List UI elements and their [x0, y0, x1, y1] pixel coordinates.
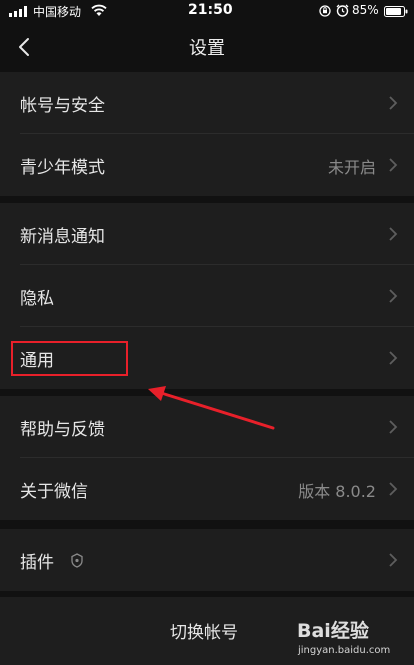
settings-item-value: 未开启 [327, 158, 376, 177]
settings-group-account: 帐号与安全 青少年模式 未开启 [0, 72, 414, 196]
chevron-right-icon [389, 96, 398, 110]
alarm-icon [336, 4, 349, 17]
wifi-icon [91, 4, 107, 16]
settings-screen: 中国移动 21:50 85% 设置 帐号与安全 青少年模式 未开启 新消息通知 … [0, 0, 414, 665]
settings-item-plugins[interactable]: 插件 [0, 529, 414, 591]
carrier-name: 中国移动 [33, 5, 82, 19]
status-time: 21:50 [188, 2, 233, 18]
settings-item-account-security[interactable]: 帐号与安全 [0, 72, 414, 134]
orientation-lock-icon [319, 5, 331, 17]
settings-item-label: 青少年模式 [20, 158, 105, 178]
chevron-right-icon [389, 158, 398, 172]
chevron-right-icon [389, 351, 398, 365]
navigation-bar: 设置 [0, 22, 414, 72]
baidu-jingyan-watermark: Bai经验 jingyan.baidu.com [297, 612, 409, 662]
settings-item-teen-mode[interactable]: 青少年模式 未开启 [0, 134, 414, 196]
settings-item-label: 帮助与反馈 [20, 420, 105, 440]
chevron-right-icon [389, 420, 398, 434]
settings-item-about-wechat[interactable]: 关于微信 版本 8.0.2 [0, 458, 414, 520]
chevron-right-icon [389, 553, 398, 567]
signal-icon [9, 6, 27, 17]
plugin-icon [71, 553, 83, 568]
page-title: 设置 [189, 38, 225, 59]
highlight-box [11, 341, 128, 376]
status-bar: 中国移动 21:50 85% [0, 0, 414, 22]
settings-item-label: 隐私 [20, 289, 54, 309]
annotation-arrow-icon [148, 386, 275, 430]
watermark-brand: Bai经验 [297, 620, 369, 642]
settings-item-label: 新消息通知 [20, 227, 105, 247]
settings-item-label: 关于微信 [20, 482, 88, 502]
watermark-url: jingyan.baidu.com [298, 645, 391, 656]
chevron-right-icon [389, 227, 398, 241]
settings-item-label: 插件 [20, 553, 54, 573]
settings-item-notifications[interactable]: 新消息通知 [0, 203, 414, 265]
chevron-right-icon [389, 289, 398, 303]
switch-account-label: 切换帐号 [170, 623, 238, 643]
settings-item-value: 版本 8.0.2 [298, 482, 376, 501]
settings-item-label: 帐号与安全 [20, 96, 105, 116]
settings-item-privacy[interactable]: 隐私 [0, 265, 414, 327]
battery-icon [384, 6, 408, 17]
chevron-right-icon [389, 482, 398, 496]
settings-group-plugins: 插件 [0, 529, 414, 591]
battery-percentage: 85% [352, 3, 379, 17]
